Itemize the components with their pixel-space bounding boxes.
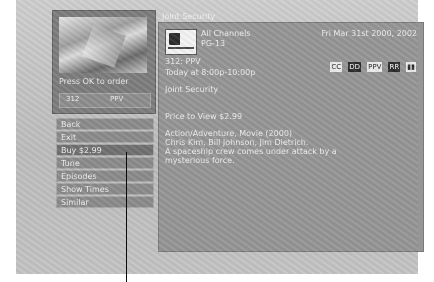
date-time: Fri Mar 31st 2000, 2002 — [321, 29, 417, 38]
rating: PG-13 — [201, 39, 226, 48]
menu-item-back[interactable]: Back — [56, 118, 154, 130]
program-info-panel: All Channels PG-13 Fri Mar 31st 2000, 20… — [158, 22, 424, 252]
preview-image — [59, 17, 147, 73]
provider-logo-icon — [165, 29, 197, 55]
dolby-icon: DD — [348, 62, 362, 72]
tv-guide-screen: Press OK to order 312 PPV Joint Security… — [16, 0, 424, 274]
callout-pointer-line — [126, 152, 127, 282]
ppv-icon: PPV — [367, 62, 383, 72]
channel-name: All Channels — [201, 29, 251, 38]
description-line: mysterious force. — [165, 156, 235, 165]
page-title: Joint Security — [162, 12, 216, 21]
time-line: Today at 8:00p-10:00p — [165, 68, 256, 77]
menu-item-similar[interactable]: Similar — [56, 196, 154, 208]
description-line: Chris Kim, Bill Johnson, Jim Dietrich. — [165, 138, 309, 147]
description-line: Action/Adventure, Movie (2000) — [165, 129, 293, 138]
cc-icon: CC — [330, 62, 343, 72]
description-line: A spaceship crew comes under attack by a — [165, 147, 337, 156]
preview-channel-tag: PPV — [110, 95, 124, 103]
program-title: Joint Security — [165, 85, 219, 94]
preview-channel-badge: 312 PPV — [59, 93, 151, 108]
preview-channel-number: 312 — [66, 95, 80, 103]
program-icons: CC DD PPV RR ▮▮ — [329, 54, 416, 72]
preview-panel: Press OK to order 312 PPV — [52, 10, 156, 114]
ratings-icon: RR — [388, 62, 401, 72]
price-line: Price to View $2.99 — [165, 112, 243, 121]
menu-item-episodes[interactable]: Episodes — [56, 170, 154, 182]
menu-item-tune[interactable]: Tune — [56, 157, 154, 169]
stereo-icon: ▮▮ — [406, 62, 416, 72]
program-description: Action/Adventure, Movie (2000) Chris Kim… — [165, 129, 415, 165]
menu-item-exit[interactable]: Exit — [56, 131, 154, 143]
menu-item-show-times[interactable]: Show Times — [56, 183, 154, 195]
channel-number-line: 312: PPV — [165, 57, 201, 66]
menu-item-buy[interactable]: Buy $2.99 — [56, 144, 154, 156]
order-prompt: Press OK to order — [59, 77, 129, 86]
action-menu: Back Exit Buy $2.99 Tune Episodes Show T… — [56, 118, 154, 209]
